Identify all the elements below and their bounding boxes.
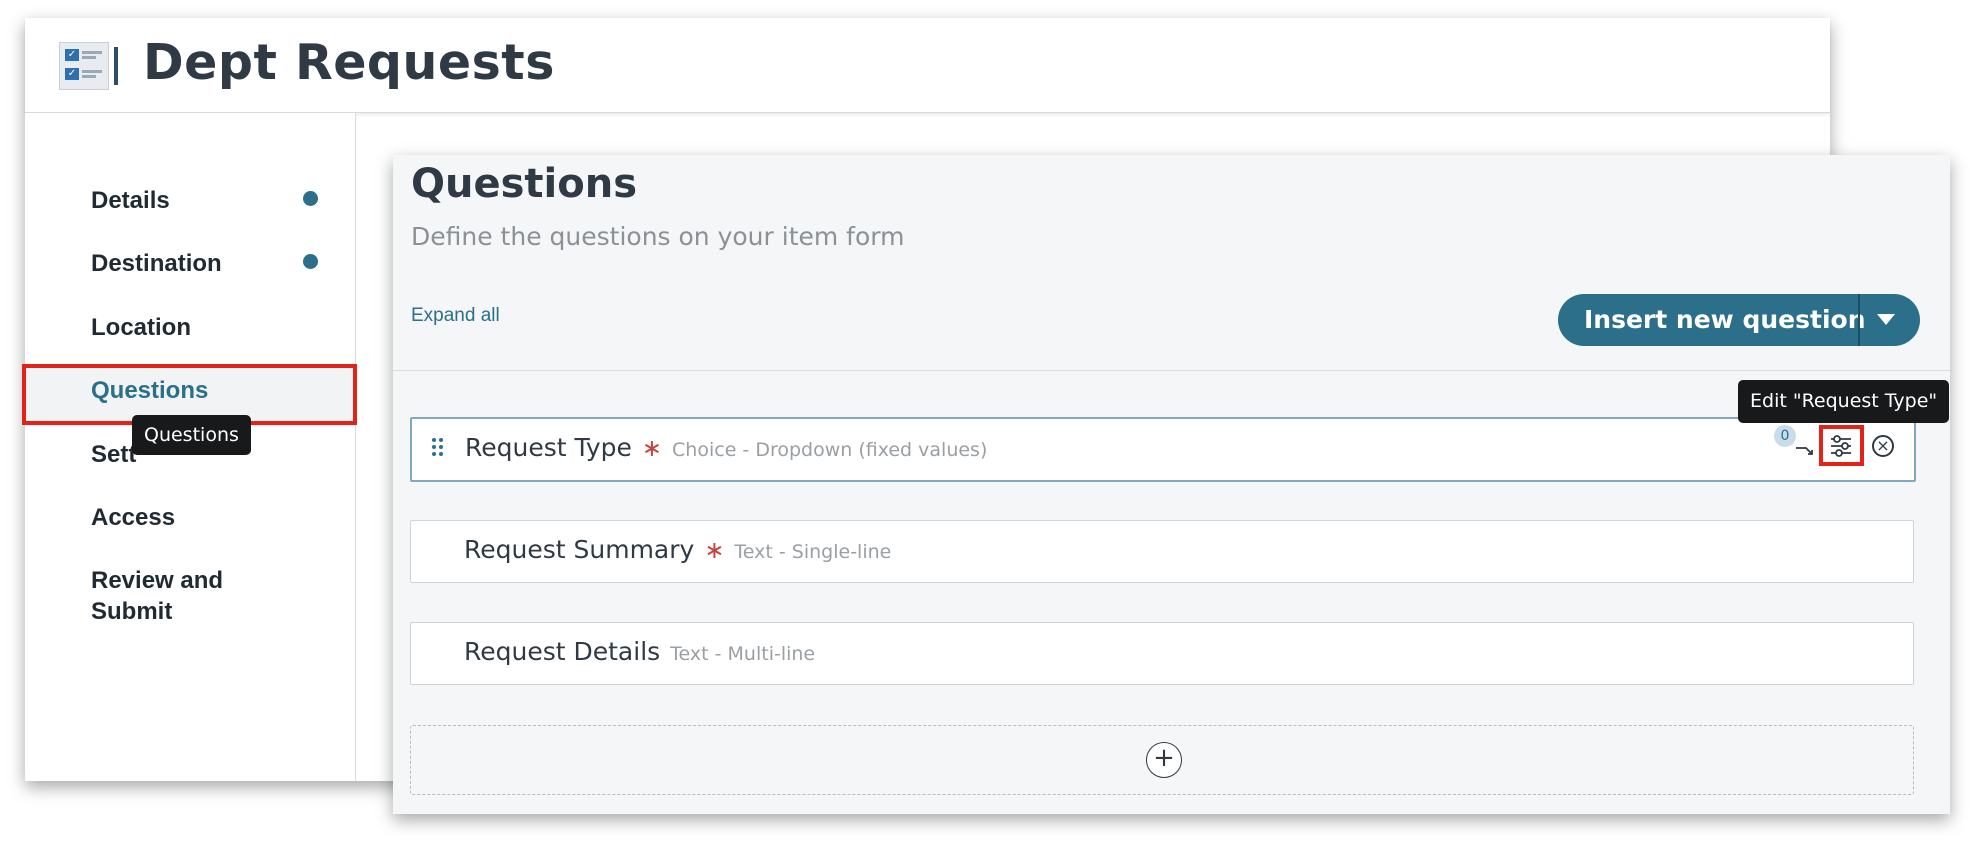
required-asterisk: ∗ xyxy=(704,536,725,564)
branch-count-badge: 0 xyxy=(1774,425,1796,447)
question-tools: 0 × xyxy=(1774,419,1914,480)
sidebar-item-details[interactable]: Details xyxy=(91,185,170,216)
sidebar-item-destination[interactable]: Destination xyxy=(91,248,222,279)
question-name: Request Summary xyxy=(464,535,695,564)
edit-highlight-box xyxy=(1819,425,1864,466)
question-type: Choice - Dropdown (fixed values) xyxy=(672,439,988,461)
close-icon[interactable]: × xyxy=(1872,435,1894,457)
question-name: Request Type xyxy=(465,433,632,462)
plus-circle-icon[interactable]: + xyxy=(1146,742,1182,778)
chevron-down-icon[interactable] xyxy=(1877,314,1895,325)
checklist-form-icon: ✓ ✓ xyxy=(59,42,118,90)
sidebar-nav: Details Destination Location Questions S… xyxy=(22,113,357,781)
sidebar-item-review-and-submit[interactable]: Review and Submit xyxy=(91,565,251,627)
edit-question-tooltip: Edit "Request Type" xyxy=(1738,380,1950,423)
branch-logic-icon[interactable] xyxy=(1794,439,1818,461)
questions-panel: Questions Define the questions on your i… xyxy=(393,155,1950,814)
add-question-dropzone[interactable]: + xyxy=(410,725,1914,795)
question-row-request-type[interactable]: Request Type ∗ Choice - Dropdown (fixed va… xyxy=(410,417,1916,482)
questions-tooltip: Questions xyxy=(132,415,251,455)
question-row-request-summary[interactable]: Request Summary ∗ Text - Single-line xyxy=(410,520,1914,583)
sidebar-item-settings[interactable]: Sett xyxy=(91,439,136,470)
expand-all-link[interactable]: Expand all xyxy=(411,305,500,327)
complete-dot-destination xyxy=(303,254,318,269)
complete-dot-details xyxy=(303,191,318,206)
question-name: Request Details xyxy=(464,637,661,666)
app-header: ✓ ✓ Dept Requests xyxy=(25,18,1830,113)
page-title: Questions xyxy=(411,161,638,207)
insert-new-question-button[interactable]: Insert new question xyxy=(1558,294,1920,346)
split-divider xyxy=(1858,294,1860,346)
question-row-request-details[interactable]: Request Details Text - Multi-line xyxy=(410,622,1914,685)
divider xyxy=(393,370,1950,371)
sidebar-item-access[interactable]: Access xyxy=(91,502,175,533)
required-asterisk: ∗ xyxy=(641,434,663,462)
question-type: Text - Multi-line xyxy=(670,643,816,665)
app-title: Dept Requests xyxy=(143,34,555,91)
insert-new-question-label: Insert new question xyxy=(1584,305,1866,334)
drag-handle-icon[interactable] xyxy=(432,438,446,460)
sidebar-item-location[interactable]: Location xyxy=(91,312,191,343)
question-type: Text - Single-line xyxy=(734,541,892,563)
page-subtitle: Define the questions on your item form xyxy=(411,222,905,251)
